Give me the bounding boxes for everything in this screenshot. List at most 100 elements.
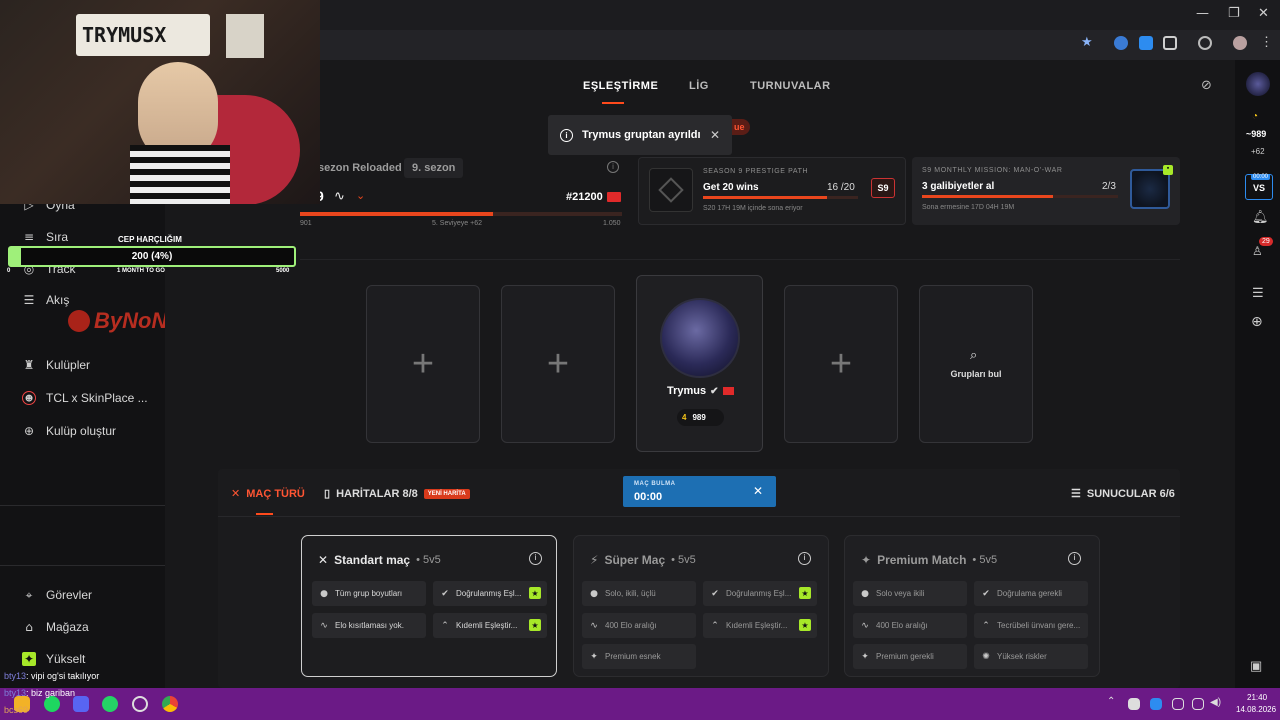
display-icon[interactable]	[1192, 698, 1204, 710]
tab-maps[interactable]: ▯ HARİTALAR 8/8 YENİ HARİTA	[324, 487, 470, 500]
faceit-logo-icon[interactable]: ▣	[1250, 658, 1262, 674]
level-progress-fill	[300, 212, 494, 216]
sidebar-item-clubs[interactable]: ♜ Kulüpler	[22, 358, 90, 372]
chat-text: : biz gariban	[26, 688, 76, 698]
tab-league[interactable]: LİG	[689, 80, 709, 92]
microphone-icon[interactable]	[1172, 698, 1184, 710]
browser-toolbar	[300, 30, 1280, 60]
tab-match-type[interactable]: ✕ MAÇ TÜRÜ	[231, 487, 305, 500]
mode-feature-chip: ✺ Yüksek riskler	[974, 644, 1088, 669]
close-window-button[interactable]: ✕	[1258, 6, 1269, 21]
volume-icon[interactable]: ◀)	[1210, 697, 1221, 708]
rank-chevron-icon: ⌃	[982, 620, 990, 631]
player-elo-badge: 4 989	[677, 409, 724, 426]
obs-icon[interactable]	[132, 696, 148, 712]
toast-notification: i Trymus gruptan ayrıldı ✕	[548, 115, 732, 155]
matchmaking-status: MAÇ BULMA 00:00 ✕	[623, 476, 776, 507]
sidebar-item-feed[interactable]: ☰ Akış	[22, 293, 70, 307]
mode-feature-chip: ⌃ Kıdemli Eşleştir... ★	[703, 613, 817, 638]
info-icon[interactable]: i	[607, 161, 619, 173]
mode-feature-chip: ✦ Premium gerekli	[853, 644, 967, 669]
bell-icon[interactable]: 🔔︎	[1252, 210, 1269, 225]
clock-date[interactable]: 14.08.2026	[1236, 705, 1276, 714]
invite-slot-button[interactable]: +	[784, 285, 898, 443]
mode-card-premium[interactable]: ✦ Premium Match • 5v5 i ● Solo veya ikili ✔…	[844, 535, 1100, 677]
mode-card-standard[interactable]: ✕ Standart maç • 5v5 i ● Tüm grup boyutları…	[301, 535, 557, 677]
mute-notifications-icon[interactable]: ⊘	[1201, 78, 1212, 93]
elo-trend-icon: ∿	[334, 189, 345, 204]
chrome-icon[interactable]	[162, 696, 178, 712]
bookmark-star-icon[interactable]: ★	[1081, 35, 1093, 50]
level-bar-label: 5. Seviyeye +62	[432, 220, 483, 227]
avatar[interactable]	[1246, 72, 1270, 96]
extension-icon[interactable]	[1139, 36, 1153, 50]
tab-servers[interactable]: ☰ SUNUCULAR 6/6	[1071, 487, 1175, 501]
find-groups-button[interactable]: ⌕ Grupları bul	[919, 285, 1033, 443]
turkey-flag-icon	[607, 192, 621, 202]
add-icon[interactable]: ⊕	[1251, 314, 1263, 330]
new-map-badge: YENİ HARİTA	[423, 488, 470, 499]
mode-title: Süper Maç	[604, 553, 666, 567]
mode-card-super[interactable]: ⚡ Süper Maç • 5v5 i ● Solo, ikili, üçlü ✔ Do…	[573, 535, 829, 677]
mode-format: • 5v5	[972, 554, 998, 566]
player-card[interactable]: Trymus ✔ 4 989	[636, 275, 763, 452]
avatar	[660, 298, 740, 378]
server-icon: ☰	[1071, 488, 1081, 500]
premium-icon: ✦	[590, 651, 598, 662]
sidebar-item-queue[interactable]: ≡ Sıra	[22, 230, 68, 244]
turkey-flag-icon	[722, 387, 734, 395]
discord-icon[interactable]	[73, 696, 89, 712]
sidebar-item-label: Akış	[46, 293, 70, 307]
prestige-expiry: S20 17H 19M içinde sona eriyor	[703, 205, 803, 212]
sidebar-item-create-club[interactable]: ⊕ Kulüp oluştur	[22, 424, 116, 438]
invite-slot-button[interactable]: +	[366, 285, 480, 443]
tab-tournaments[interactable]: TURNUVALAR	[750, 80, 831, 92]
tray-expand-icon[interactable]: ⌃	[1107, 696, 1115, 707]
mode-feature-chip: ● Solo veya ikili	[853, 581, 967, 606]
whatsapp-icon[interactable]	[102, 696, 118, 712]
clock-time[interactable]: 21:40	[1247, 693, 1267, 702]
mode-feature-chip: ✔ Doğrulanmış Eşl... ★	[433, 581, 547, 606]
invite-slot-button[interactable]: +	[501, 285, 615, 443]
donation-goal-amount: 200 (4%)	[131, 251, 173, 262]
chevron-down-icon[interactable]: ⌄	[356, 189, 365, 202]
wall-sign-text: TRYMUSX	[82, 23, 167, 47]
minimize-button[interactable]: —	[1196, 6, 1209, 21]
profile-avatar[interactable]	[1233, 36, 1247, 50]
club-avatar-icon: ☻	[22, 391, 36, 405]
skill-level: 4	[682, 413, 687, 422]
monthly-mission-card[interactable]: S9 MONTHLY MISSION: MAN-O'-WAR 3 galibiy…	[912, 157, 1180, 225]
sidebar-item-upgrade[interactable]: ✦ Yükselt	[22, 652, 85, 666]
extension-icon[interactable]	[1114, 36, 1128, 50]
tray-app-icon[interactable]	[1150, 698, 1162, 710]
browser-menu-icon[interactable]: ⋮	[1260, 34, 1273, 50]
mode-feature-chip: ∿ 400 Elo aralığı	[853, 613, 967, 638]
active-tab-indicator	[602, 102, 624, 104]
info-icon[interactable]: i	[529, 552, 542, 565]
info-icon[interactable]: i	[798, 552, 811, 565]
mode-feature-chip: ✔ Doğrulanmış Eşl... ★	[703, 581, 817, 606]
sidebar-item-club[interactable]: ☻ TCL x SkinPlace ...	[22, 391, 148, 405]
maximize-button[interactable]: ❐	[1228, 6, 1240, 21]
info-icon[interactable]: i	[1068, 552, 1081, 565]
tray-app-icon[interactable]	[1128, 698, 1140, 710]
tab-matchmaking[interactable]: EŞLEŞTİRME	[583, 80, 658, 92]
sidebar-item-store[interactable]: ⌂ Mağaza	[22, 620, 89, 634]
clubs-icon: ♜	[23, 358, 35, 372]
mode-title: Standart maç	[334, 553, 411, 567]
elo-value: 989	[692, 413, 706, 422]
chat-text: : vipi og'si takılıyor	[26, 671, 100, 681]
cancel-search-button[interactable]: ✕	[753, 484, 763, 498]
elo-trend-icon: ∿	[590, 620, 598, 631]
extension-icon[interactable]	[1198, 36, 1212, 50]
prestige-mission-card[interactable]: SEASON 9 PRESTIGE PATH Get 20 wins 16 /2…	[638, 157, 906, 225]
list-icon[interactable]: ☰	[1252, 285, 1264, 301]
spotify-icon[interactable]	[44, 696, 60, 712]
close-toast-button[interactable]: ✕	[710, 128, 720, 142]
sidebar-item-missions[interactable]: ⌖ Görevler	[22, 588, 92, 603]
extensions-puzzle-icon[interactable]	[1163, 36, 1177, 50]
mode-feature-chip: ● Tüm grup boyutları	[312, 581, 426, 606]
premium-icon: ✦	[861, 553, 872, 567]
friends-icon[interactable]: ♙	[1252, 244, 1263, 258]
sidebar-item-label: Mağaza	[46, 620, 89, 634]
